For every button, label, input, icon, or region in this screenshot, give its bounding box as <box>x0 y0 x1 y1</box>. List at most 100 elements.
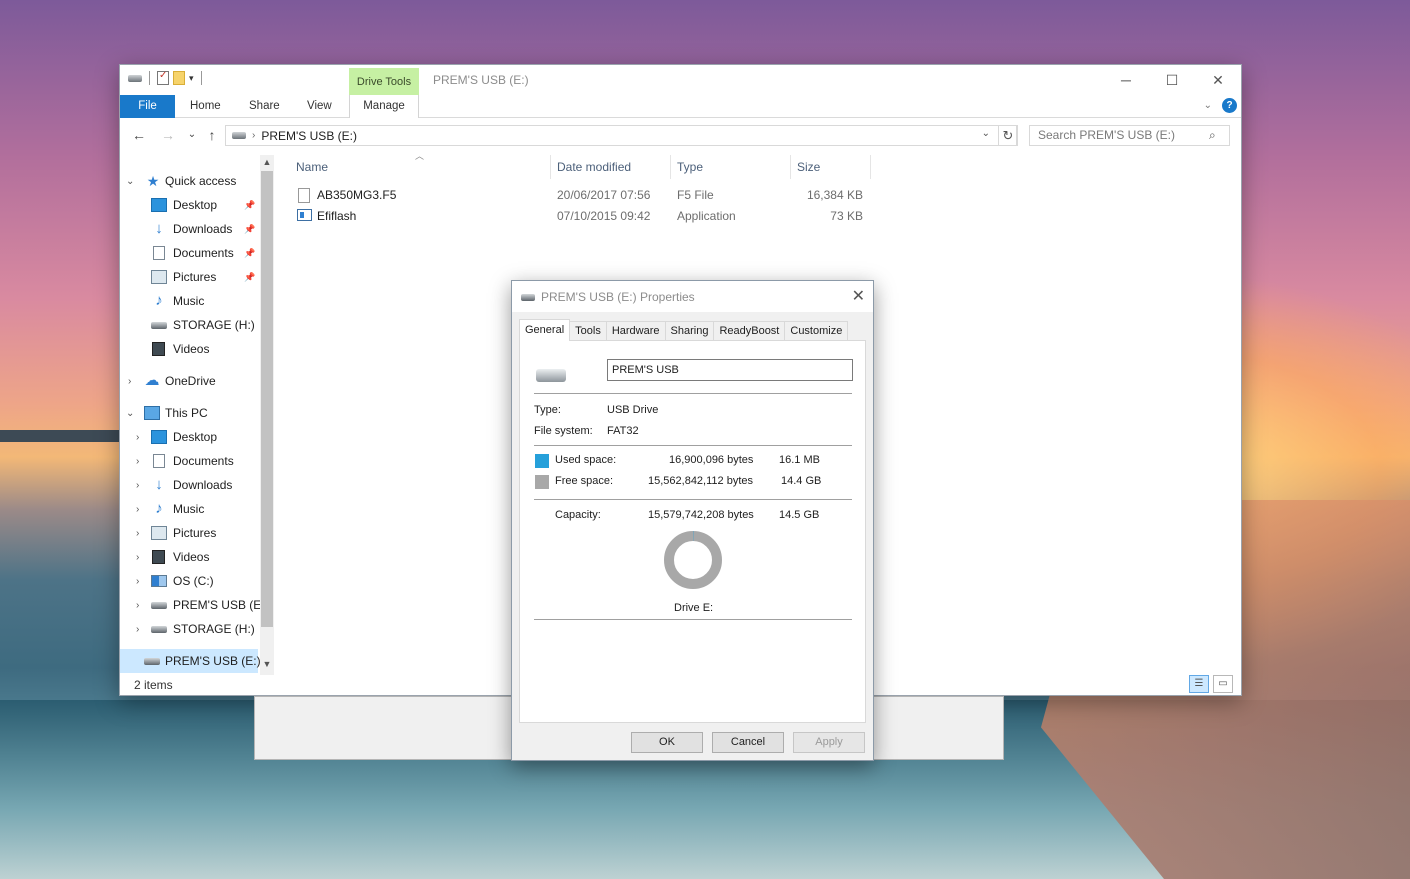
tab-general[interactable]: General <box>519 319 571 341</box>
search-input[interactable]: Search PREM'S USB (E:) <box>1029 125 1230 146</box>
file-row[interactable]: AB350MG3.F5 20/06/2017 07:56 F5 File 16,… <box>290 185 890 206</box>
scrollbar-thumb[interactable] <box>261 171 273 627</box>
chevron-right-icon[interactable]: › <box>136 576 139 587</box>
tab-sharing[interactable]: Sharing <box>664 321 715 341</box>
used-space-bytes: 16,900,096 bytes <box>669 454 754 466</box>
nav-pc-music[interactable]: › ♪ Music <box>120 497 258 521</box>
chevron-right-icon[interactable]: › <box>136 432 139 443</box>
maximize-button[interactable]: ☐ <box>1149 65 1195 95</box>
breadcrumb-separator-icon[interactable]: › <box>252 130 255 141</box>
ok-button[interactable]: OK <box>631 732 703 753</box>
usb-drive-icon <box>536 369 566 382</box>
chevron-right-icon[interactable]: › <box>136 528 139 539</box>
document-icon <box>153 454 165 468</box>
chevron-right-icon[interactable]: › <box>136 456 139 467</box>
details-view-icon[interactable]: ☰ <box>1189 675 1209 693</box>
chevron-right-icon[interactable]: › <box>136 600 139 611</box>
new-folder-icon[interactable] <box>173 71 185 85</box>
navigation-bar: ← → ⌄ ↑ › PREM'S USB (E:) ⌄ ↻ Search PRE… <box>120 123 1241 148</box>
nav-pc-documents[interactable]: › Documents <box>120 449 258 473</box>
nav-pc-usb-e[interactable]: › PREM'S USB (E:) <box>120 593 260 617</box>
recent-locations-chevron-down-icon[interactable]: ⌄ <box>182 125 202 145</box>
file-date: 20/06/2017 07:56 <box>557 188 651 202</box>
nav-pc-os-c[interactable]: › OS (C:) <box>120 569 258 593</box>
chevron-right-icon[interactable]: › <box>136 504 139 515</box>
free-space-color-swatch <box>535 475 549 489</box>
video-film-icon <box>152 550 165 564</box>
tab-manage[interactable]: Manage <box>349 95 419 118</box>
forward-arrow-icon[interactable]: → <box>158 125 178 145</box>
usage-donut-chart <box>664 531 722 589</box>
chevron-down-icon[interactable]: ⌄ <box>126 176 134 187</box>
chevron-right-icon[interactable]: › <box>136 480 139 491</box>
capacity-label: Capacity: <box>555 509 601 521</box>
free-space-size: 14.4 GB <box>781 475 822 487</box>
navigation-scrollbar[interactable]: ▲ ▼ <box>260 155 274 675</box>
search-icon[interactable]: ⌕ <box>1209 128 1216 143</box>
nav-pc-storage-h[interactable]: › STORAGE (H:) <box>120 617 258 641</box>
minimize-button[interactable]: ─ <box>1103 65 1149 95</box>
tab-file[interactable]: File <box>120 95 175 118</box>
nav-qa-pictures[interactable]: Pictures 📌 <box>120 265 258 289</box>
large-icons-view-icon[interactable]: ▭ <box>1213 675 1233 693</box>
pin-icon[interactable]: 📌 <box>244 248 255 259</box>
column-header-name[interactable]: Name <box>296 155 328 179</box>
close-icon[interactable]: ✕ <box>852 286 865 306</box>
tab-share[interactable]: Share <box>249 95 280 118</box>
drive-icon <box>151 322 167 329</box>
close-button[interactable]: ✕ <box>1195 65 1241 95</box>
nav-pc-desktop[interactable]: › Desktop <box>120 425 258 449</box>
download-arrow-icon: ↓ <box>155 476 163 493</box>
nav-qa-storage[interactable]: STORAGE (H:) <box>120 313 258 337</box>
window-title: PREM'S USB (E:) <box>433 73 529 87</box>
chevron-right-icon[interactable]: › <box>136 624 139 635</box>
expand-ribbon-chevron-down-icon[interactable]: ⌄ <box>1204 100 1212 111</box>
nav-usb-e-selected[interactable]: PREM'S USB (E:) <box>120 649 260 673</box>
column-header-size[interactable]: Size <box>797 155 820 179</box>
refresh-icon[interactable]: ↻ <box>998 125 1018 146</box>
breadcrumb[interactable]: PREM'S USB (E:) <box>261 129 357 143</box>
up-arrow-icon[interactable]: ↑ <box>202 125 222 145</box>
scroll-down-icon[interactable]: ▼ <box>260 659 274 669</box>
chevron-down-icon[interactable]: ⌄ <box>126 408 134 419</box>
tab-home[interactable]: Home <box>190 95 221 118</box>
nav-pc-downloads[interactable]: › ↓ Downloads <box>120 473 258 497</box>
drive-label-input[interactable]: PREM'S USB <box>607 359 853 381</box>
nav-quick-access[interactable]: ⌄ ★ Quick access <box>120 169 258 193</box>
column-header-date-modified[interactable]: Date modified <box>557 155 631 179</box>
nav-this-pc[interactable]: ⌄ This PC <box>120 401 258 425</box>
nav-qa-music[interactable]: ♪ Music <box>120 289 258 313</box>
pin-icon[interactable]: 📌 <box>244 272 255 283</box>
cancel-button[interactable]: Cancel <box>712 732 784 753</box>
apply-button[interactable]: Apply <box>793 732 865 753</box>
tab-readyboost[interactable]: ReadyBoost <box>713 321 786 341</box>
pictures-icon <box>151 270 167 284</box>
tab-hardware[interactable]: Hardware <box>605 321 666 341</box>
tab-customize[interactable]: Customize <box>784 321 849 341</box>
column-header-type[interactable]: Type <box>677 155 703 179</box>
computer-icon <box>144 406 160 420</box>
address-history-chevron-down-icon[interactable]: ⌄ <box>982 128 990 139</box>
file-row[interactable]: Efiflash 07/10/2015 09:42 Application 73… <box>290 206 890 227</box>
scroll-up-icon[interactable]: ▲ <box>260 157 274 167</box>
view-switcher: ☰ ▭ <box>1189 675 1233 693</box>
tab-view[interactable]: View <box>307 95 332 118</box>
nav-qa-documents[interactable]: Documents 📌 <box>120 241 258 265</box>
address-bar[interactable]: › PREM'S USB (E:) ⌄ <box>225 125 1017 146</box>
properties-icon[interactable] <box>157 70 169 85</box>
windows-drive-icon <box>151 575 167 587</box>
pin-icon[interactable]: 📌 <box>244 224 255 235</box>
customize-toolbar-chevron-down-icon[interactable]: ▾ <box>189 73 194 84</box>
help-icon[interactable]: ? <box>1222 98 1237 113</box>
chevron-right-icon[interactable]: › <box>136 552 139 563</box>
chevron-right-icon[interactable]: › <box>128 376 131 387</box>
tab-tools[interactable]: Tools <box>569 321 607 341</box>
back-arrow-icon[interactable]: ← <box>129 125 149 145</box>
nav-qa-desktop[interactable]: Desktop 📌 <box>120 193 258 217</box>
nav-pc-pictures[interactable]: › Pictures <box>120 521 258 545</box>
nav-qa-downloads[interactable]: ↓ Downloads 📌 <box>120 217 258 241</box>
nav-onedrive[interactable]: › ☁ OneDrive <box>120 369 258 393</box>
nav-qa-videos[interactable]: Videos <box>120 337 258 361</box>
pin-icon[interactable]: 📌 <box>244 200 255 211</box>
nav-pc-videos[interactable]: › Videos <box>120 545 258 569</box>
